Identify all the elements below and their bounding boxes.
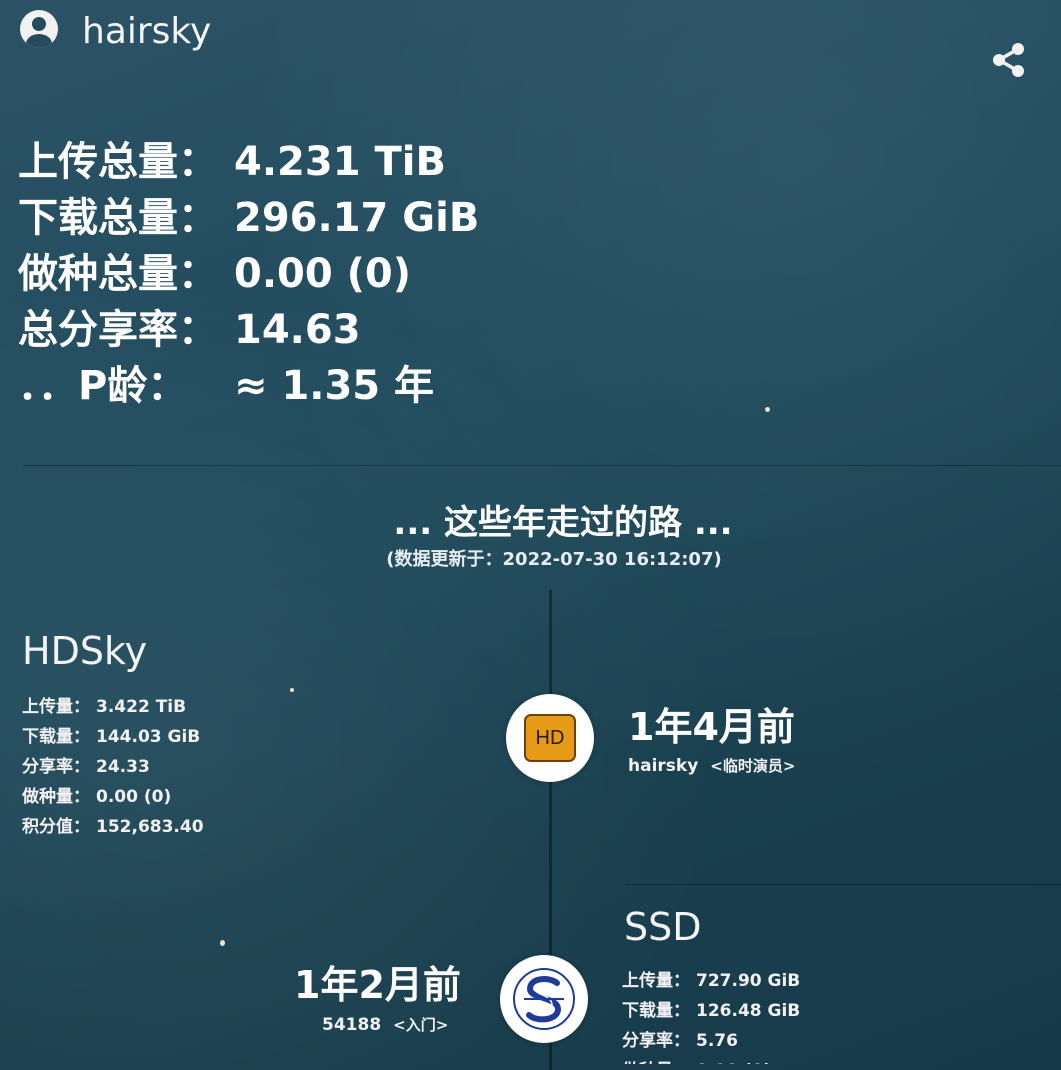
total-ratio-label: 总分享率： xyxy=(18,307,218,353)
totals-panel: 上传总量： 4.231 TiB 下载总量： 296.17 GiB 做种总量： 0… xyxy=(18,134,479,414)
p-age-label: ．．P龄： xyxy=(18,363,188,409)
stat-key: 积分值： xyxy=(22,817,90,837)
ssd-download-row: 下载量： 126.48 GiB xyxy=(622,996,800,1026)
stat-value: 24.33 xyxy=(96,757,150,777)
stat-value: 0.00 (0) xyxy=(696,1056,771,1064)
stat-key: 做种量： xyxy=(622,1056,690,1064)
stat-key: 上传量： xyxy=(22,697,90,717)
hdsky-upload-row: 上传量： 3.422 TiB xyxy=(22,692,204,722)
user-circle-icon xyxy=(20,10,58,48)
ssd-upload-row: 上传量： 727.90 GiB xyxy=(622,966,800,996)
ssd-stats: 上传量： 727.90 GiB 下载量： 126.48 GiB 分享率： 5.76 做… xyxy=(622,966,800,1064)
site-name-ssd[interactable]: SSD xyxy=(624,904,702,950)
section-divider xyxy=(22,465,1061,466)
stat-key: 上传量： xyxy=(622,971,690,991)
stat-key: 做种量： xyxy=(22,787,90,807)
hdsky-account-role: <临时演员> xyxy=(710,757,796,775)
total-ratio-value: 14.63 xyxy=(234,307,361,353)
total-ratio-row: 总分享率： 14.63 xyxy=(18,302,479,358)
hdsky-download-row: 下载量： 144.03 GiB xyxy=(22,722,204,752)
hdsky-logo-icon: HD xyxy=(524,714,576,762)
p-age-value: ≈ 1.35 年 xyxy=(234,363,435,409)
p-age-row: ．．P龄： ≈ 1.35 年 xyxy=(18,358,479,414)
stat-value: 144.03 GiB xyxy=(96,727,201,747)
username[interactable]: hairsky xyxy=(82,10,211,54)
stat-key: 下载量： xyxy=(22,727,90,747)
total-upload-row: 上传总量： 4.231 TiB xyxy=(18,134,479,190)
stat-value: 3.422 TiB xyxy=(96,697,187,717)
stat-value: 152,683.40 xyxy=(96,817,204,837)
total-upload-value: 4.231 TiB xyxy=(234,139,446,185)
ssd-account-name: 54188 xyxy=(322,1015,382,1035)
total-download-row: 下载总量： 296.17 GiB xyxy=(18,190,479,246)
stat-key: 下载量： xyxy=(622,1001,690,1021)
stat-key: 分享率： xyxy=(622,1031,690,1051)
total-seeding-row: 做种总量： 0.00 (0) xyxy=(18,246,479,302)
timeline-title: ... 这些年走过的路 ... xyxy=(393,503,733,543)
ssd-account: 54188 <入门> xyxy=(322,1012,448,1038)
hdsky-logo-badge[interactable]: HD xyxy=(506,694,594,782)
stat-value: 5.76 xyxy=(696,1031,738,1051)
hdsky-account: hairsky <临时演员> xyxy=(628,753,795,779)
ssd-divider xyxy=(626,884,1061,885)
stat-value: 727.90 GiB xyxy=(696,971,801,991)
ssd-logo-icon xyxy=(513,968,575,1030)
ssd-joined-ago: 1年2月前 xyxy=(294,963,461,1007)
total-download-label: 下载总量： xyxy=(18,195,218,241)
hdsky-joined-ago: 1年4月前 xyxy=(628,705,795,749)
dust-speck xyxy=(290,688,294,692)
total-seeding-label: 做种总量： xyxy=(18,251,218,297)
ssd-account-role: <入门> xyxy=(393,1016,449,1034)
total-upload-label: 上传总量： xyxy=(18,139,218,185)
hdsky-account-name: hairsky xyxy=(628,756,699,776)
hdsky-seeding-row: 做种量： 0.00 (0) xyxy=(22,782,204,812)
total-download-value: 296.17 GiB xyxy=(234,195,480,241)
hdsky-ratio-row: 分享率： 24.33 xyxy=(22,752,204,782)
total-seeding-value: 0.00 (0) xyxy=(234,251,412,297)
timeline-updated: (数据更新于：2022-07-30 16:12:07) xyxy=(386,549,722,570)
stat-key: 分享率： xyxy=(22,757,90,777)
site-name-hdsky[interactable]: HDSky xyxy=(22,628,147,674)
hdsky-points-row: 积分值： 152,683.40 xyxy=(22,812,204,842)
ssd-logo-badge[interactable] xyxy=(500,955,588,1043)
stat-value: 126.48 GiB xyxy=(696,1001,801,1021)
ssd-seeding-row: 做种量： 0.00 (0) xyxy=(622,1056,800,1064)
stat-value: 0.00 (0) xyxy=(96,787,172,807)
ssd-ratio-row: 分享率： 5.76 xyxy=(622,1026,800,1056)
share-icon[interactable] xyxy=(988,40,1028,80)
dust-speck xyxy=(765,407,770,412)
dust-speck xyxy=(220,940,225,946)
hdsky-stats: 上传量： 3.422 TiB 下载量： 144.03 GiB 分享率： 24.33 做… xyxy=(22,692,204,842)
